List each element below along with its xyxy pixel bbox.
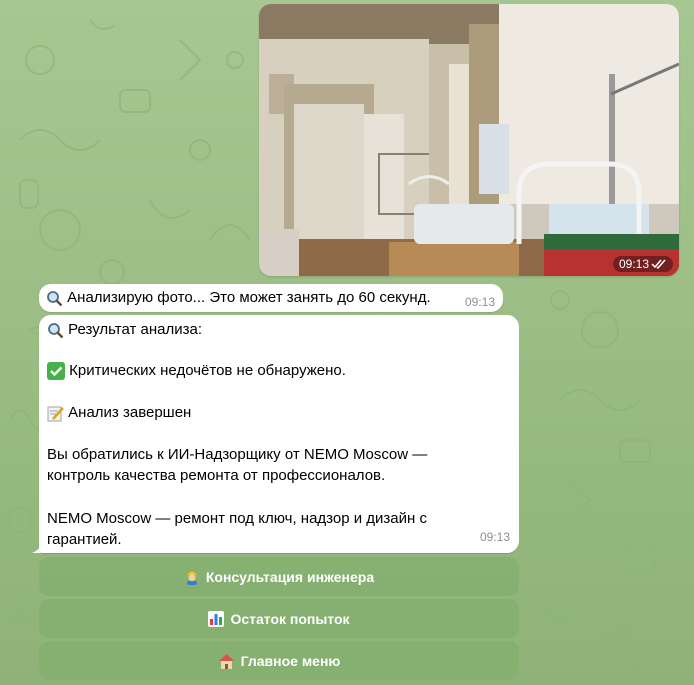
promo-line-2: гарантией. [47, 531, 122, 548]
status-time: 09:13 [464, 295, 495, 309]
intro-line-2: контроль качества ремонта от профессиона… [47, 467, 386, 484]
double-check-icon [651, 259, 666, 269]
worker-icon [186, 571, 197, 585]
result-time: 09:13 [479, 530, 510, 544]
result-finding: Критических недочётов не обнаружено. [69, 362, 346, 379]
house-icon [218, 653, 234, 669]
promo-line-1: NEMO Moscow — ремонт под ключ, надзор и … [47, 510, 427, 527]
result-message[interactable]: Результат анализа: Критических недочётов… [39, 315, 519, 553]
photo-message[interactable]: 09:13 [259, 4, 679, 276]
check-mark-icon [47, 362, 65, 381]
memo-icon [47, 406, 64, 422]
attempts-left-button[interactable]: Остаток попыток [39, 599, 519, 638]
room-photo [259, 4, 679, 276]
bar-chart-icon [208, 610, 225, 627]
status-text: Анализирую фото... Это может занять до 6… [67, 289, 431, 306]
main-menu-button[interactable]: Главное меню [39, 641, 519, 680]
magnifier-icon [48, 322, 64, 338]
main-menu-label: Главное меню [240, 652, 341, 669]
magnifier-icon [47, 290, 63, 306]
consultation-label: Консультация инженера [205, 568, 375, 585]
photo-timestamp: 09:13 [612, 256, 673, 272]
result-heading: Результат анализа: [68, 321, 203, 338]
status-message[interactable]: Анализирую фото... Это может занять до 6… [39, 284, 503, 312]
intro-line-1: Вы обратились к ИИ-Надзорщику от NEMO Mo… [47, 446, 428, 463]
result-done: Анализ завершен [68, 404, 192, 421]
consultation-button[interactable]: Консультация инженера [39, 557, 519, 596]
attempts-left-label: Остаток попыток [230, 610, 350, 627]
